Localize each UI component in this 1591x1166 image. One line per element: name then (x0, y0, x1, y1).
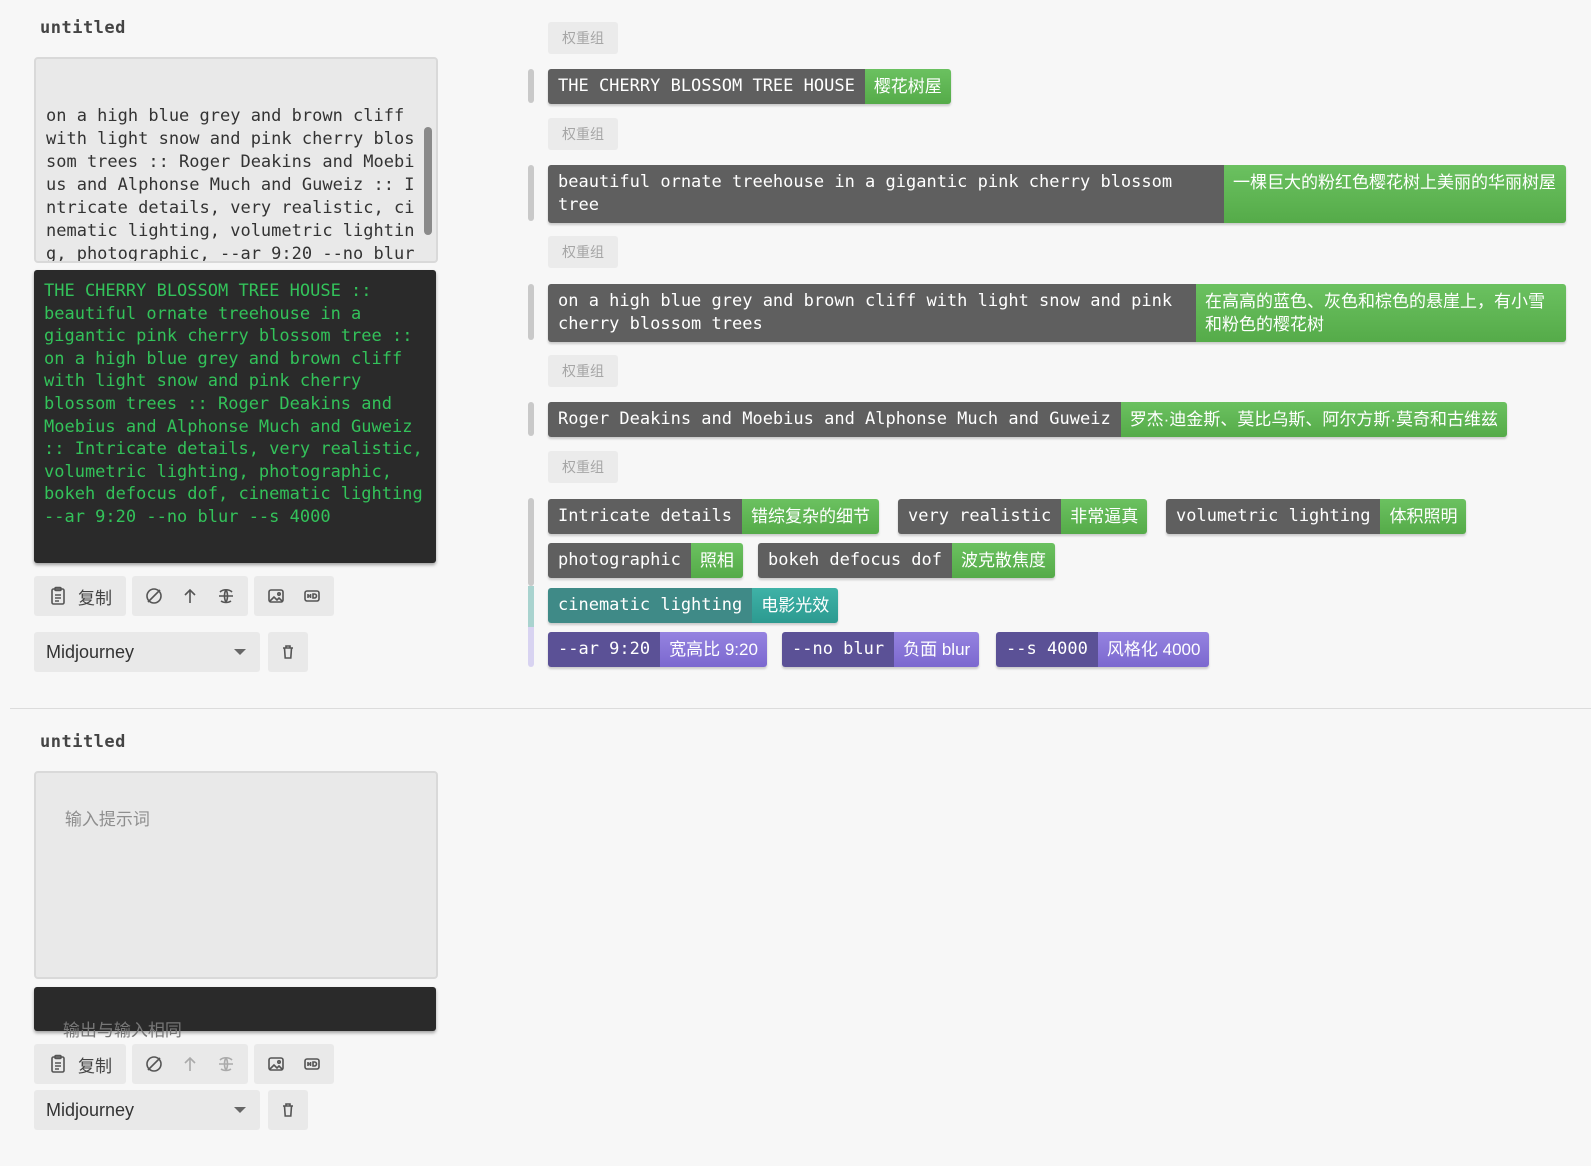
media-group (254, 576, 334, 616)
entry-toolbar: 复制 (34, 576, 334, 616)
input-scrollbar[interactable] (424, 127, 432, 235)
clipboard-icon (51, 586, 65, 605)
tag-en: on a high blue grey and brown cliff with… (548, 284, 1196, 342)
tag-en: beautiful ornate treehouse in a gigantic… (548, 165, 1224, 223)
prompt-input-text: on a high blue grey and brown cliff with… (46, 106, 415, 263)
prompt-output[interactable]: THE CHERRY BLOSSOM TREE HOUSE :: beautif… (34, 270, 436, 563)
clear-icon[interactable] (144, 586, 164, 606)
weight-group-label: 权重组 (548, 451, 618, 483)
tag-en: volumetric lighting (1166, 499, 1381, 534)
trash-icon (283, 1103, 293, 1117)
delete-button[interactable] (268, 632, 308, 672)
hd-icon[interactable] (302, 1054, 322, 1074)
tag-zh: 一棵巨大的粉红色樱花树上美丽的华丽树屋 (1224, 165, 1566, 223)
group-bar[interactable] (528, 402, 534, 436)
translate-icon[interactable] (216, 1054, 236, 1074)
copy-button[interactable]: 复制 (34, 576, 126, 616)
group-bar-teal[interactable] (528, 586, 534, 627)
tag-zh: 非常逼真 (1061, 499, 1148, 534)
weight-group-label: 权重组 (548, 355, 618, 387)
tag-zh: 负面 blur (894, 632, 980, 667)
prompt-input-placeholder: 输入提示词 (64, 810, 150, 829)
tag-zh: 照相 (690, 543, 743, 578)
tag-zh: 罗杰·迪金斯、莫比乌斯、阿尔方斯·莫奇和古维兹 (1120, 402, 1508, 437)
entry-toolbar: 复制 (34, 1044, 334, 1084)
tag[interactable]: on a high blue grey and brown cliff with… (548, 284, 1566, 342)
weight-group-label: 权重组 (548, 236, 618, 268)
tag-zh: 体积照明 (1380, 499, 1467, 534)
tag-zh: 波克散焦度 (952, 543, 1055, 578)
prompt-output[interactable]: 输出与输入相同 (34, 987, 436, 1040)
tag[interactable]: very realistic 非常逼真 (898, 499, 1148, 534)
tag-zh: 樱花树屋 (864, 69, 951, 104)
tag[interactable]: --no blur 负面 blur (782, 632, 980, 667)
translate-icon[interactable] (216, 586, 236, 606)
trash-icon (283, 645, 293, 659)
tag[interactable]: volumetric lighting 体积照明 (1166, 499, 1467, 534)
model-select-value: Midjourney (46, 641, 135, 662)
group-bar[interactable] (528, 165, 534, 221)
tag-en: Roger Deakins and Moebius and Alphonse M… (548, 402, 1121, 437)
tag[interactable]: cinematic lighting 电影光效 (548, 588, 839, 623)
tag-zh: 风格化 4000 (1097, 632, 1210, 667)
tag[interactable]: photographic 照相 (548, 543, 743, 578)
tag[interactable]: THE CHERRY BLOSSOM TREE HOUSE 樱花树屋 (548, 69, 951, 104)
prompt-entry-2: untitled 输入提示词 输出与输入相同 复制 Midjourney (0, 710, 1591, 1166)
hd-icon[interactable] (302, 586, 322, 606)
section-divider (10, 708, 1591, 709)
media-group (254, 1044, 334, 1084)
chevron-down-icon (234, 1107, 246, 1113)
tag-en: Intricate details (548, 499, 742, 534)
tag[interactable]: Roger Deakins and Moebius and Alphonse M… (548, 402, 1508, 437)
clear-icon[interactable] (144, 1054, 164, 1074)
clipboard-icon (51, 1054, 65, 1073)
arrow-up-icon[interactable] (180, 1054, 200, 1074)
group-bar[interactable] (528, 69, 534, 103)
entry-title: untitled (40, 18, 126, 38)
prompt-output-placeholder: 输出与输入相同 (62, 1020, 182, 1040)
tag-en: photographic (548, 543, 691, 578)
entry-title: untitled (40, 732, 126, 752)
tag[interactable]: beautiful ornate treehouse in a gigantic… (548, 165, 1566, 223)
model-select-value: Midjourney (46, 1099, 135, 1120)
weight-group-label: 权重组 (548, 118, 618, 150)
image-icon[interactable] (266, 1054, 286, 1074)
prompt-entry-1: untitled on a high blue grey and brown c… (0, 0, 1591, 708)
tag[interactable]: --ar 9:20 宽高比 9:20 (548, 632, 767, 667)
tag-en: --no blur (782, 632, 895, 667)
copy-label: 复制 (78, 1056, 112, 1076)
tag-zh: 在高高的蓝色、灰色和棕色的悬崖上，有小雪和粉色的樱花树 (1196, 284, 1566, 342)
model-select[interactable]: Midjourney (34, 632, 260, 672)
tag-en: very realistic (898, 499, 1062, 534)
copy-button[interactable]: 复制 (34, 1044, 126, 1084)
action-group (132, 576, 248, 616)
tag-en: bokeh defocus dof (758, 543, 952, 578)
tag-zh: 电影光效 (752, 588, 839, 623)
prompt-input[interactable]: on a high blue grey and brown cliff with… (34, 57, 438, 263)
tag-zh: 宽高比 9:20 (660, 632, 767, 667)
prompt-input[interactable]: 输入提示词 (34, 771, 438, 979)
copy-label: 复制 (78, 588, 112, 608)
tag-en: --s 4000 (996, 632, 1098, 667)
tag-en: THE CHERRY BLOSSOM TREE HOUSE (548, 69, 865, 104)
image-icon[interactable] (266, 586, 286, 606)
tag[interactable]: bokeh defocus dof 波克散焦度 (758, 543, 1055, 578)
action-group (132, 1044, 248, 1084)
group-bar[interactable] (528, 498, 534, 586)
delete-button[interactable] (268, 1090, 308, 1130)
tag-en: --ar 9:20 (548, 632, 661, 667)
arrow-up-icon[interactable] (180, 586, 200, 606)
tag-en: cinematic lighting (548, 588, 753, 623)
model-select[interactable]: Midjourney (34, 1090, 260, 1130)
tag[interactable]: Intricate details 错综复杂的细节 (548, 499, 879, 534)
group-bar[interactable] (528, 284, 534, 340)
weight-group-label: 权重组 (548, 22, 618, 54)
chevron-down-icon (234, 649, 246, 655)
group-bar-purple[interactable] (528, 627, 534, 667)
tag-zh: 错综复杂的细节 (742, 499, 879, 534)
tag[interactable]: --s 4000 风格化 4000 (996, 632, 1210, 667)
